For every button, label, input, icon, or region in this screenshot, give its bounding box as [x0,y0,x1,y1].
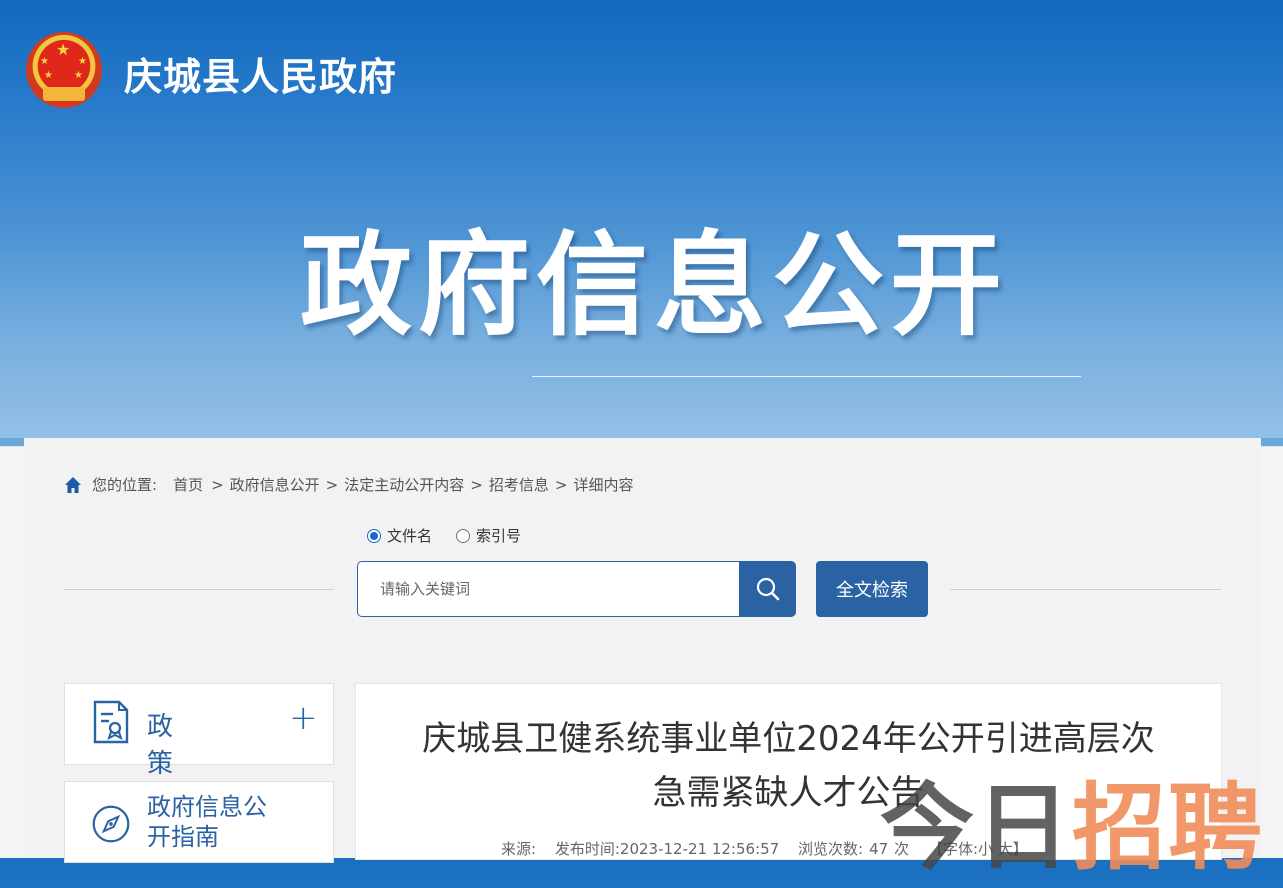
radio-index-number[interactable]: 索引号 [456,525,521,546]
sidebar-item-policy[interactable]: 政 策 + [64,683,334,779]
header-banner: ★ ★ ★ ★ ★ 庆城县人民政府 政府信息公开 [0,0,1283,438]
watermark: 今日招聘 [880,774,1265,883]
radio-index-dot[interactable] [456,528,471,543]
search-divider-right [950,589,1221,590]
search-button[interactable] [739,561,796,617]
meta-publish-time: 2023-12-21 12:56:57 [619,840,780,858]
radio-filename[interactable]: 文件名 [367,525,432,546]
meta-publish-label: 发布时间: [554,840,620,858]
search-icon [756,577,779,601]
policy-document-icon [93,700,129,744]
breadcrumb-detail[interactable]: 详细内容 [573,474,633,495]
breadcrumb-home[interactable]: 首页 [173,474,203,495]
search-box [357,561,739,617]
breadcrumb: 您的位置: 首页 > 政府信息公开 > 法定主动公开内容 > 招考信息 > 详细… [64,474,633,495]
home-icon [65,476,81,493]
fulltext-search-button[interactable]: 全文检索 [816,561,928,617]
sidebar-item-guide-label: 政府信息公开指南 [147,793,267,851]
meta-views-label: 浏览次数: [798,840,864,858]
radio-filename-dot[interactable] [367,528,381,543]
compass-icon [92,805,130,843]
search-input[interactable] [358,562,722,616]
meta-source: 来源: [501,840,537,858]
breadcrumb-statutory[interactable]: 法定主动公开内容 [344,474,464,495]
breadcrumb-prefix: 您的位置: [92,476,158,494]
site-title[interactable]: 庆城县人民政府 [124,46,397,101]
search-type-options: 文件名 索引号 [367,525,545,546]
national-emblem-icon: ★ ★ ★ ★ ★ [26,32,102,108]
sidebar-item-guide[interactable]: 政府信息公开指南 [64,781,334,863]
breadcrumb-gov-info[interactable]: 政府信息公开 [230,474,320,495]
search-divider-left [64,589,334,590]
page-title: 政府信息公开 [300,221,1008,351]
breadcrumb-recruitment[interactable]: 招考信息 [489,474,549,495]
expand-plus-icon[interactable]: + [289,698,318,738]
banner-divider [532,376,1081,377]
